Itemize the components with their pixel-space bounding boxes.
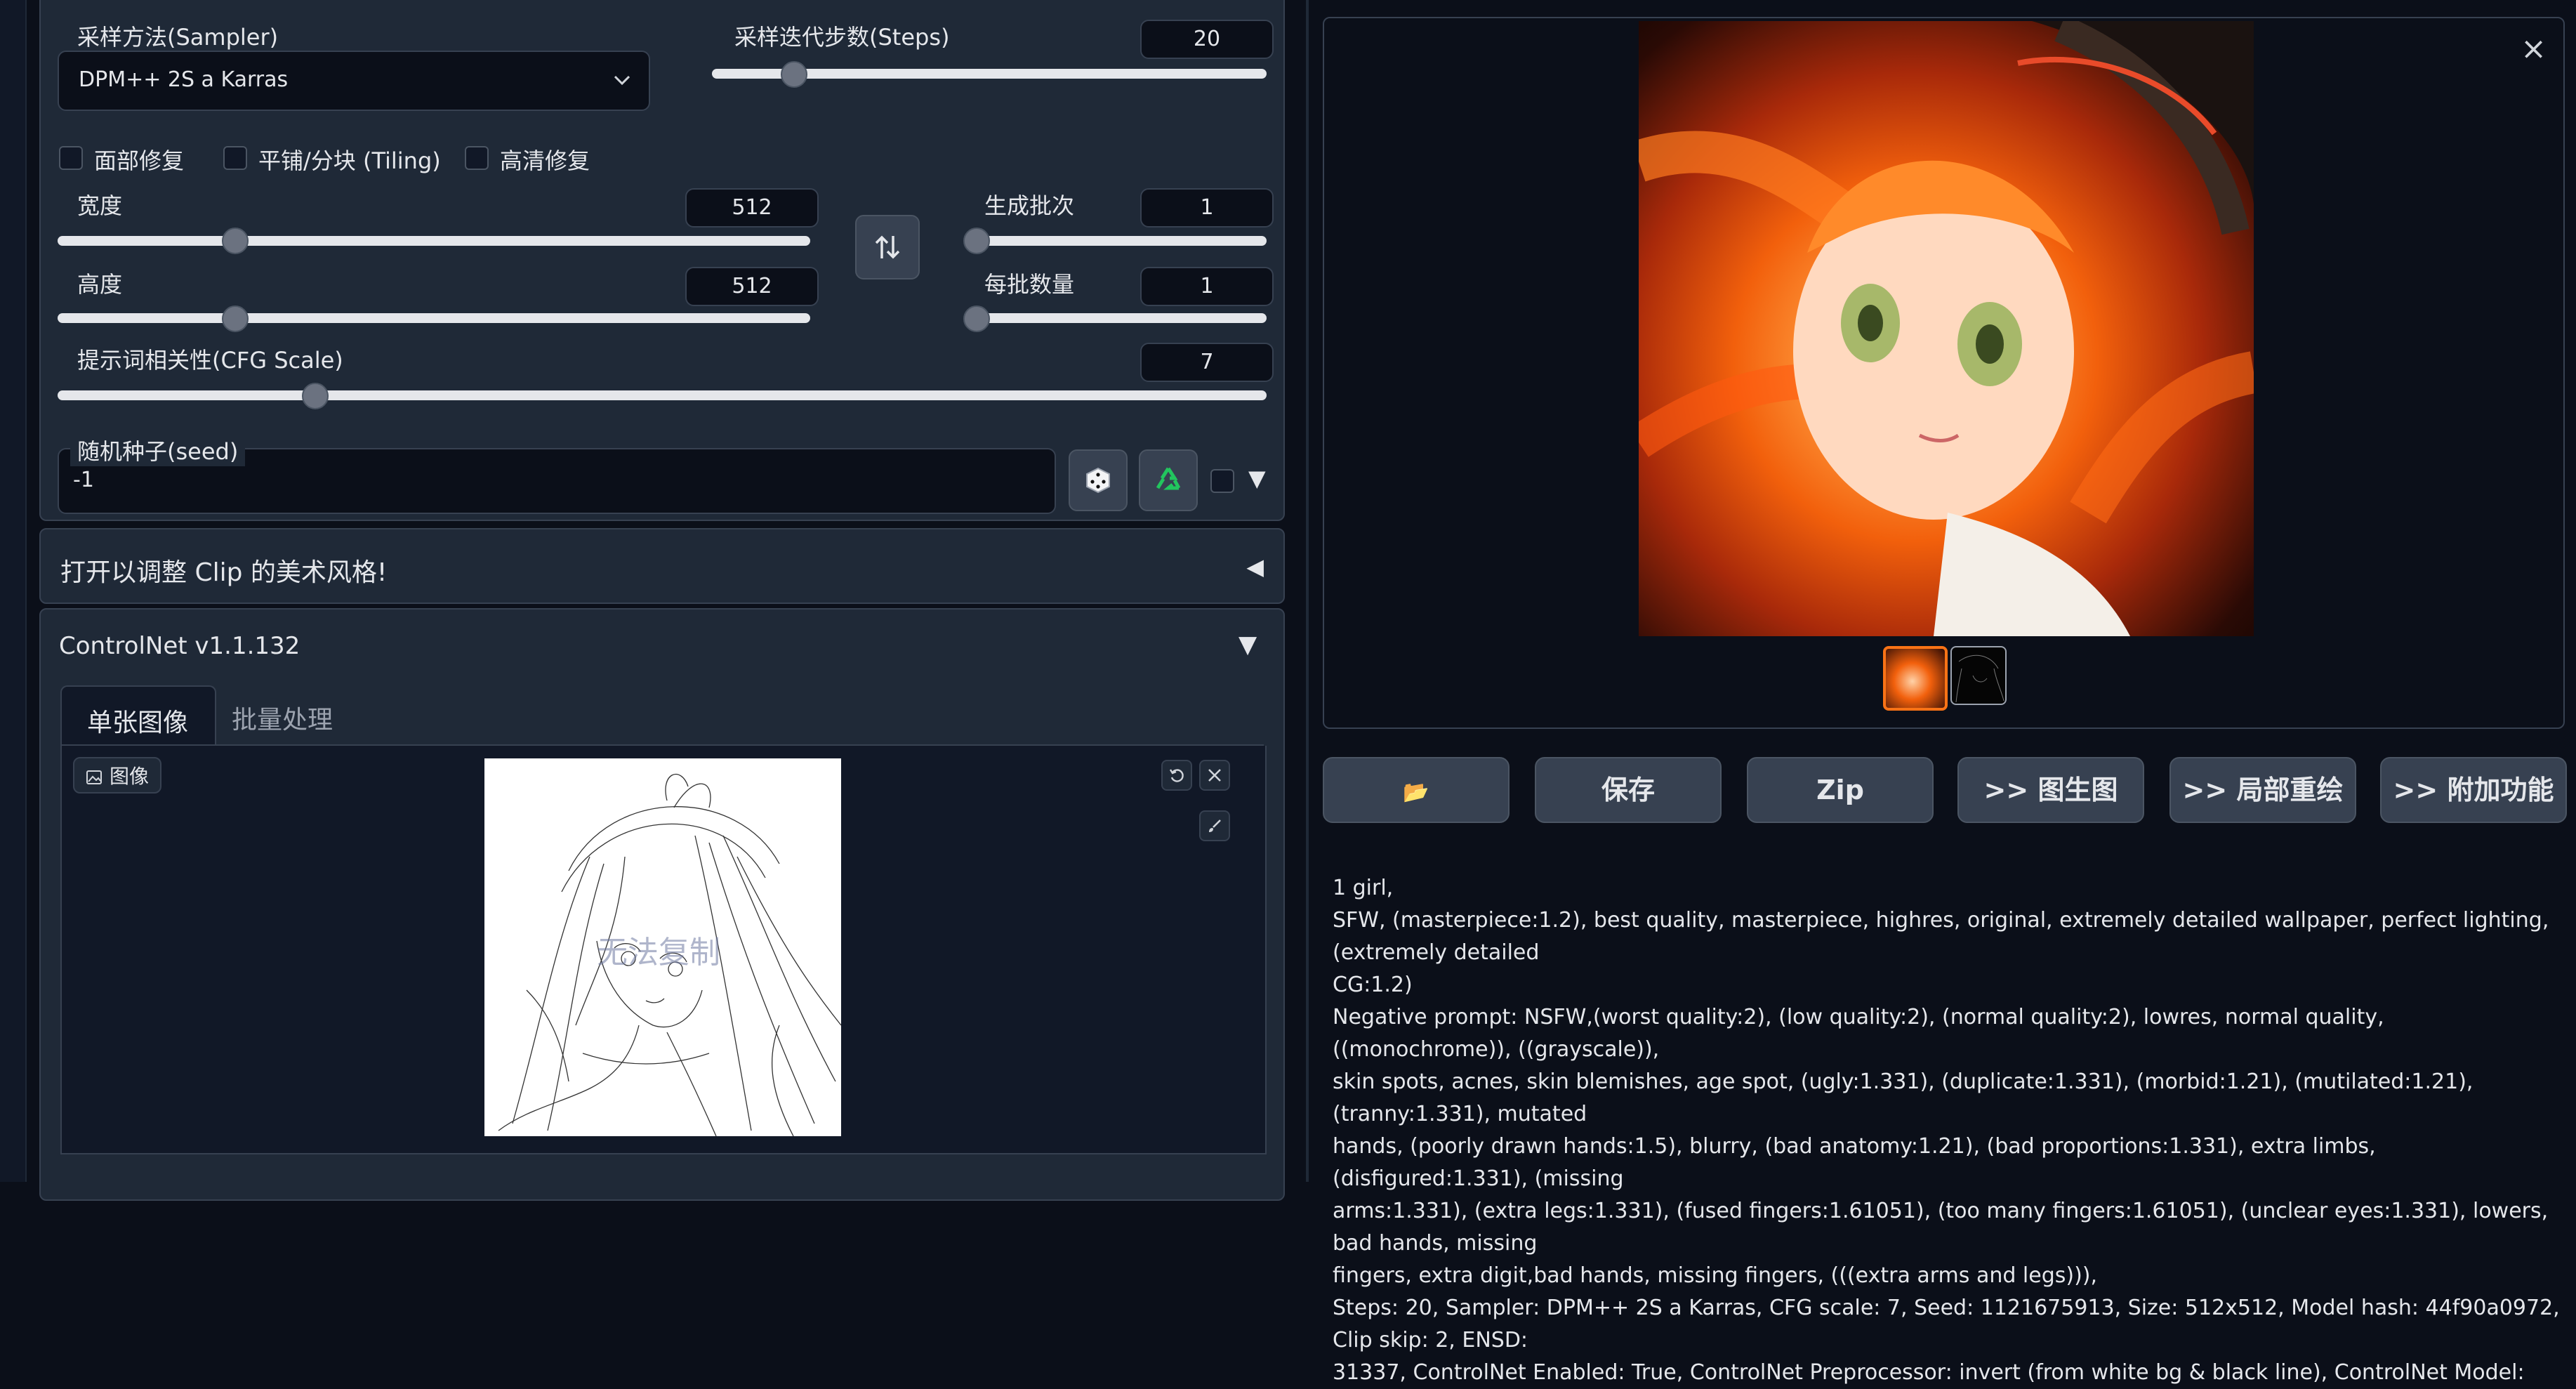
info-line: 31337, ControlNet Enabled: True, Control…: [1333, 1360, 2525, 1385]
watermark-text: 无法复制: [597, 935, 720, 970]
image-label-badge: 图像: [73, 757, 162, 794]
brush-icon: [1209, 819, 1221, 832]
close-gallery-button[interactable]: ×: [2521, 31, 2547, 67]
clip-style-accordion[interactable]: 打开以调整 Clip 的美术风格! ◀: [39, 528, 1285, 604]
send-to-inpaint-button[interactable]: >> 局部重绘: [2169, 757, 2356, 823]
tab-single-image[interactable]: 单张图像: [60, 685, 216, 747]
height-input[interactable]: 512: [685, 267, 819, 306]
image-icon: [86, 770, 102, 784]
reuse-seed-button[interactable]: [1139, 449, 1198, 511]
hires-fix-label: 高清修复: [500, 147, 590, 174]
cfg-label: 提示词相关性(CFG Scale): [70, 343, 350, 375]
batch-size-slider-track[interactable]: [966, 313, 1267, 323]
clip-style-title: 打开以调整 Clip 的美术风格!: [60, 558, 388, 587]
batch-count-input[interactable]: 1: [1140, 188, 1274, 228]
info-line: hands, (poorly drawn hands:1.5), blurry,…: [1333, 1134, 2376, 1191]
swap-dimensions-button[interactable]: [855, 215, 920, 279]
tab-batch-label: 批量处理: [232, 706, 333, 735]
info-line: skin spots, acnes, skin blemishes, age s…: [1333, 1069, 2473, 1126]
info-line: Steps: 20, Sampler: DPM++ 2S a Karras, C…: [1333, 1296, 2560, 1352]
save-button[interactable]: 保存: [1535, 757, 1722, 823]
height-slider-track[interactable]: [58, 313, 810, 323]
close-icon: [1208, 769, 1221, 782]
sampler-label: 采样方法(Sampler): [70, 20, 286, 52]
folder-icon: 📂: [1403, 780, 1429, 805]
info-line: fingers, extra digit,bad hands, missing …: [1333, 1263, 2098, 1288]
width-slider-handle[interactable]: [222, 228, 249, 254]
batch-count-label: 生成批次: [977, 188, 1082, 220]
info-line: 1 girl,: [1333, 876, 1394, 900]
face-restore-label: 面部修复: [94, 147, 185, 174]
width-input[interactable]: 512: [685, 188, 819, 228]
controlnet-input-image: 无法复制: [484, 758, 841, 1136]
generation-info: 1 girl, SFW, (masterpiece:1.2), best qua…: [1333, 872, 2561, 1389]
brush-button[interactable]: [1199, 810, 1230, 841]
info-line: Negative prompt: NSFW,(worst quality:2),…: [1333, 1005, 2384, 1062]
recycle-icon: [1156, 467, 1181, 490]
batch-size-label: 每批数量: [977, 267, 1082, 299]
info-line: SFW, (masterpiece:1.2), best quality, ma…: [1333, 908, 2549, 965]
extra-seed-toggle-arrow[interactable]: ▼: [1248, 465, 1266, 492]
generated-image-preview[interactable]: [1639, 21, 2254, 636]
tiling-checkbox[interactable]: [223, 146, 247, 170]
extra-seed-checkbox[interactable]: [1210, 469, 1234, 493]
sampler-value: DPM++ 2S a Karras: [79, 67, 289, 92]
zip-button[interactable]: Zip: [1747, 757, 1934, 823]
width-label: 宽度: [70, 188, 130, 220]
tab-single-image-label: 单张图像: [87, 709, 189, 737]
steps-slider-handle[interactable]: [781, 61, 807, 88]
controlnet-title[interactable]: ControlNet v1.1.132: [59, 632, 300, 660]
sampler-dropdown[interactable]: DPM++ 2S a Karras: [58, 51, 650, 111]
tiling-label: 平铺/分块 (Tiling): [258, 147, 441, 174]
undo-icon: [1169, 769, 1184, 782]
thumbnail-generated[interactable]: [1883, 646, 1948, 711]
clear-image-button[interactable]: [1199, 760, 1230, 791]
hires-fix-checkbox[interactable]: [465, 146, 489, 170]
width-slider-track[interactable]: [58, 236, 810, 246]
seed-label: 随机种子(seed): [70, 434, 246, 466]
accordion-collapse-icon: ◀: [1246, 553, 1264, 580]
cfg-input[interactable]: 7: [1140, 343, 1274, 382]
dice-icon: [1086, 467, 1110, 494]
height-slider-handle[interactable]: [222, 305, 249, 332]
thumbnail-lineart: [1955, 654, 2004, 703]
face-restore-checkbox[interactable]: [59, 146, 83, 170]
batch-count-slider-track[interactable]: [966, 236, 1267, 246]
output-gallery: ×: [1323, 17, 2565, 729]
height-label: 高度: [70, 267, 130, 299]
batch-size-input[interactable]: 1: [1140, 267, 1274, 306]
random-seed-button[interactable]: [1069, 449, 1128, 511]
info-line: arms:1.331), (extra legs:1.331), (fused …: [1333, 1199, 2549, 1256]
undo-button[interactable]: [1161, 760, 1192, 791]
anime-portrait: [1639, 21, 2254, 636]
steps-label: 采样迭代步数(Steps): [727, 20, 957, 52]
controlnet-collapse-icon[interactable]: ▼: [1239, 631, 1257, 659]
right-divider: [1306, 0, 1309, 1182]
batch-size-slider-handle[interactable]: [963, 305, 990, 332]
image-label-text: 图像: [110, 765, 150, 788]
thumbnail-preprocessor[interactable]: [1950, 646, 2007, 705]
chevron-down-icon: [614, 75, 630, 86]
open-folder-button[interactable]: 📂: [1323, 757, 1510, 823]
seed-value: -1: [73, 468, 94, 492]
left-gutter: [0, 0, 27, 1182]
steps-input[interactable]: 20: [1140, 20, 1274, 59]
tab-batch[interactable]: 批量处理: [232, 699, 333, 736]
send-to-img2img-button[interactable]: >> 图生图: [1957, 757, 2144, 823]
cfg-slider-handle[interactable]: [302, 383, 329, 409]
cfg-slider-track[interactable]: [58, 390, 1267, 400]
info-line: CG:1.2): [1333, 973, 1413, 997]
image-upload-area[interactable]: 图像 无法复制: [60, 746, 1267, 1154]
send-to-extras-button[interactable]: >> 附加功能: [2380, 757, 2567, 823]
batch-count-slider-handle[interactable]: [963, 228, 990, 254]
swap-arrows-icon: [875, 235, 900, 259]
